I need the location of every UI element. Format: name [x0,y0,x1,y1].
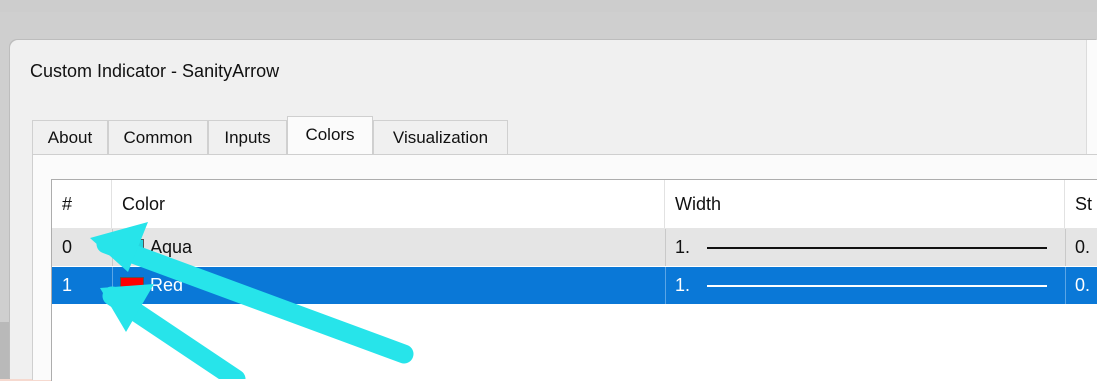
color-swatch [120,277,144,294]
table-row-selected[interactable]: 1 Red 1. 0. [52,267,1097,304]
colors-tab-panel: # Color Width St 0 Aqua 1. 0. 1 Red 1. 0… [32,154,1097,381]
custom-indicator-dialog: Custom Indicator - SanityArrow About Com… [10,40,1097,381]
column-header-color[interactable]: Color [112,180,665,228]
width-value: 1. [675,275,691,295]
tab-inputs[interactable]: Inputs [208,120,287,154]
width-value: 1. [675,237,691,257]
line-width-preview [707,285,1047,287]
colors-table: # Color Width St 0 Aqua 1. 0. 1 Red 1. 0… [51,179,1097,381]
background-window-strip [0,0,1097,12]
color-swatch [120,239,144,256]
table-row[interactable]: 0 Aqua 1. 0. [52,229,1097,266]
tab-common[interactable]: Common [108,120,208,154]
row-index: 1 [62,275,73,295]
color-name: Red [150,275,184,295]
width-cell[interactable]: 1. [665,267,1065,304]
color-cell[interactable]: Aqua [112,229,665,266]
line-width-preview [707,247,1047,249]
color-cell[interactable]: Red [112,267,665,304]
table-header: # Color Width St [52,180,1097,229]
color-name: Aqua [150,237,193,257]
tab-visualization[interactable]: Visualization [373,120,508,154]
column-header-style[interactable]: St [1065,180,1097,228]
column-header-width[interactable]: Width [665,180,1065,228]
row-index: 0 [62,237,73,257]
width-cell[interactable]: 1. [665,229,1065,266]
style-cell[interactable]: 0. [1065,267,1097,304]
tab-colors[interactable]: Colors [287,116,373,154]
background-window-edge [0,322,10,379]
dialog-title: Custom Indicator - SanityArrow [30,61,280,81]
tab-about[interactable]: About [32,120,108,154]
column-header-index[interactable]: # [52,180,112,228]
style-cell[interactable]: 0. [1065,229,1097,266]
